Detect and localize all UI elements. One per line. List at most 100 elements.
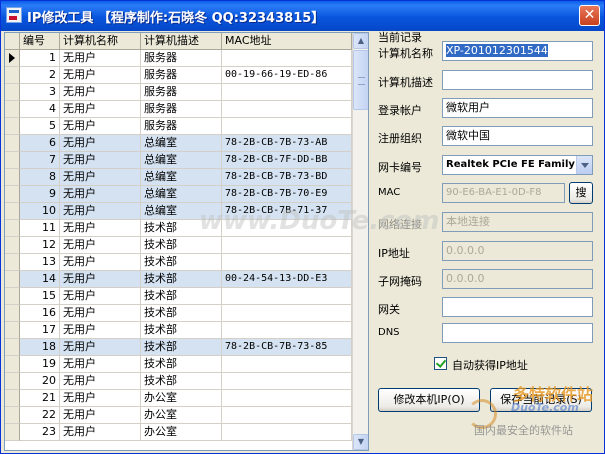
cell-computer-name[interactable]: 无用户 [60,373,141,390]
scroll-down-icon[interactable]: ▼ [353,434,368,450]
cell-computer-desc[interactable]: 技术部 [141,220,222,237]
cell-computer-name[interactable]: 无用户 [60,237,141,254]
title-bar[interactable]: IP修改工具 【程序制作:石晓冬 QQ:32343815】 ✕ [1,1,604,31]
cell-computer-name[interactable]: 无用户 [60,169,141,186]
cell-mac[interactable]: 78-2B-CB-7F-DD-BB [222,152,352,169]
cell-id[interactable]: 17 [20,322,60,339]
cell-computer-desc[interactable]: 技术部 [141,254,222,271]
cell-id[interactable]: 6 [20,135,60,152]
cell-mac[interactable] [222,407,352,424]
scroll-up-icon[interactable]: ▲ [353,33,368,49]
header-mac[interactable]: MAC地址 [222,33,352,49]
cell-computer-desc[interactable]: 技术部 [141,322,222,339]
cell-mac[interactable] [222,424,352,441]
registered-org-field[interactable]: 微软中国 [442,126,593,146]
cell-mac[interactable] [222,118,352,135]
cell-computer-desc[interactable]: 技术部 [141,339,222,356]
ip-address-field[interactable]: 0.0.0.0 [442,241,593,261]
cell-mac[interactable] [222,390,352,407]
cell-computer-name[interactable]: 无用户 [60,424,141,441]
table-row[interactable]: 7 无用户 总编室 78-2B-CB-7F-DD-BB [5,152,352,169]
cell-id[interactable]: 23 [20,424,60,441]
cell-id[interactable]: 2 [20,67,60,84]
cell-mac[interactable]: 78-2B-CB-7B-73-BD [222,169,352,186]
cell-mac[interactable] [222,237,352,254]
cell-computer-name[interactable]: 无用户 [60,271,141,288]
cell-computer-desc[interactable]: 服务器 [141,50,222,67]
cell-id[interactable]: 9 [20,186,60,203]
table-row[interactable]: 10 无用户 总编室 78-2B-CB-7B-71-37 [5,203,352,220]
cell-computer-desc[interactable]: 技术部 [141,237,222,254]
table-row[interactable]: 4 无用户 服务器 [5,101,352,118]
table-row[interactable]: 21 无用户 办公室 [5,390,352,407]
auto-ip-label[interactable]: 自动获得IP地址 [452,357,528,373]
cell-mac[interactable]: 78-2B-CB-7B-71-37 [222,203,352,220]
cell-mac[interactable]: 78-2B-CB-7B-70-E9 [222,186,352,203]
cell-id[interactable]: 7 [20,152,60,169]
cell-id[interactable]: 18 [20,339,60,356]
cell-computer-name[interactable]: 无用户 [60,356,141,373]
cell-computer-name[interactable]: 无用户 [60,254,141,271]
table-row[interactable]: 15 无用户 技术部 [5,288,352,305]
cell-computer-name[interactable]: 无用户 [60,186,141,203]
cell-mac[interactable]: 78-2B-CB-7B-73-AB [222,135,352,152]
nic-select[interactable]: Realtek PCIe FE Family [442,155,593,175]
cell-mac[interactable]: 78-2B-CB-7B-73-85 [222,339,352,356]
cell-id[interactable]: 4 [20,101,60,118]
chevron-down-icon[interactable] [576,156,592,174]
cell-id[interactable]: 15 [20,288,60,305]
cell-mac[interactable] [222,373,352,390]
cell-computer-desc[interactable]: 办公室 [141,407,222,424]
login-account-field[interactable]: 微软用户 [442,98,593,118]
cell-computer-desc[interactable]: 服务器 [141,118,222,135]
cell-computer-name[interactable]: 无用户 [60,135,141,152]
cell-mac[interactable] [222,220,352,237]
cell-computer-desc[interactable]: 总编室 [141,169,222,186]
cell-mac[interactable] [222,305,352,322]
cell-computer-name[interactable]: 无用户 [60,84,141,101]
cell-computer-desc[interactable]: 服务器 [141,101,222,118]
cell-computer-name[interactable]: 无用户 [60,407,141,424]
table-row[interactable]: 6 无用户 总编室 78-2B-CB-7B-73-AB [5,135,352,152]
cell-computer-desc[interactable]: 技术部 [141,271,222,288]
auto-ip-checkbox[interactable] [434,357,447,370]
cell-computer-name[interactable]: 无用户 [60,220,141,237]
cell-id[interactable]: 5 [20,118,60,135]
cell-mac[interactable] [222,50,352,67]
table-row[interactable]: 17 无用户 技术部 [5,322,352,339]
table-row[interactable]: 2 无用户 服务器 00-19-66-19-ED-86 [5,67,352,84]
table-row[interactable]: 3 无用户 服务器 [5,84,352,101]
cell-computer-desc[interactable]: 技术部 [141,305,222,322]
cell-computer-desc[interactable]: 办公室 [141,390,222,407]
table-row[interactable]: 9 无用户 总编室 78-2B-CB-7B-70-E9 [5,186,352,203]
cell-computer-name[interactable]: 无用户 [60,118,141,135]
table-row[interactable]: 20 无用户 技术部 [5,373,352,390]
cell-id[interactable]: 21 [20,390,60,407]
cell-computer-name[interactable]: 无用户 [60,152,141,169]
table-row[interactable]: 23 无用户 办公室 [5,424,352,441]
cell-computer-name[interactable]: 无用户 [60,288,141,305]
close-button[interactable]: ✕ [579,5,600,26]
table-row[interactable]: 1 无用户 服务器 [5,50,352,67]
cell-computer-name[interactable]: 无用户 [60,305,141,322]
header-computer-desc[interactable]: 计算机描述 [141,33,222,49]
table-row[interactable]: 14 无用户 技术部 00-24-54-13-DD-E3 [5,271,352,288]
cell-id[interactable]: 13 [20,254,60,271]
save-record-button[interactable]: 保存当前记录(S) [490,388,592,412]
table-row[interactable]: 16 无用户 技术部 [5,305,352,322]
cell-id[interactable]: 20 [20,373,60,390]
cell-id[interactable]: 12 [20,237,60,254]
cell-computer-desc[interactable]: 技术部 [141,288,222,305]
cell-computer-desc[interactable]: 技术部 [141,356,222,373]
cell-id[interactable]: 10 [20,203,60,220]
cell-mac[interactable] [222,322,352,339]
cell-computer-name[interactable]: 无用户 [60,67,141,84]
cell-computer-name[interactable]: 无用户 [60,390,141,407]
cell-computer-desc[interactable]: 总编室 [141,203,222,220]
cell-mac[interactable] [222,84,352,101]
records-table[interactable]: 编号 计算机名称 计算机描述 MAC地址 1 无用户 服务器 2 无用户 服务器 00-19… [4,32,369,451]
computer-name-field[interactable]: XP-201012301544 [442,41,593,61]
cell-computer-desc[interactable]: 总编室 [141,152,222,169]
mac-search-button[interactable]: 搜 [569,182,593,204]
cell-id[interactable]: 14 [20,271,60,288]
